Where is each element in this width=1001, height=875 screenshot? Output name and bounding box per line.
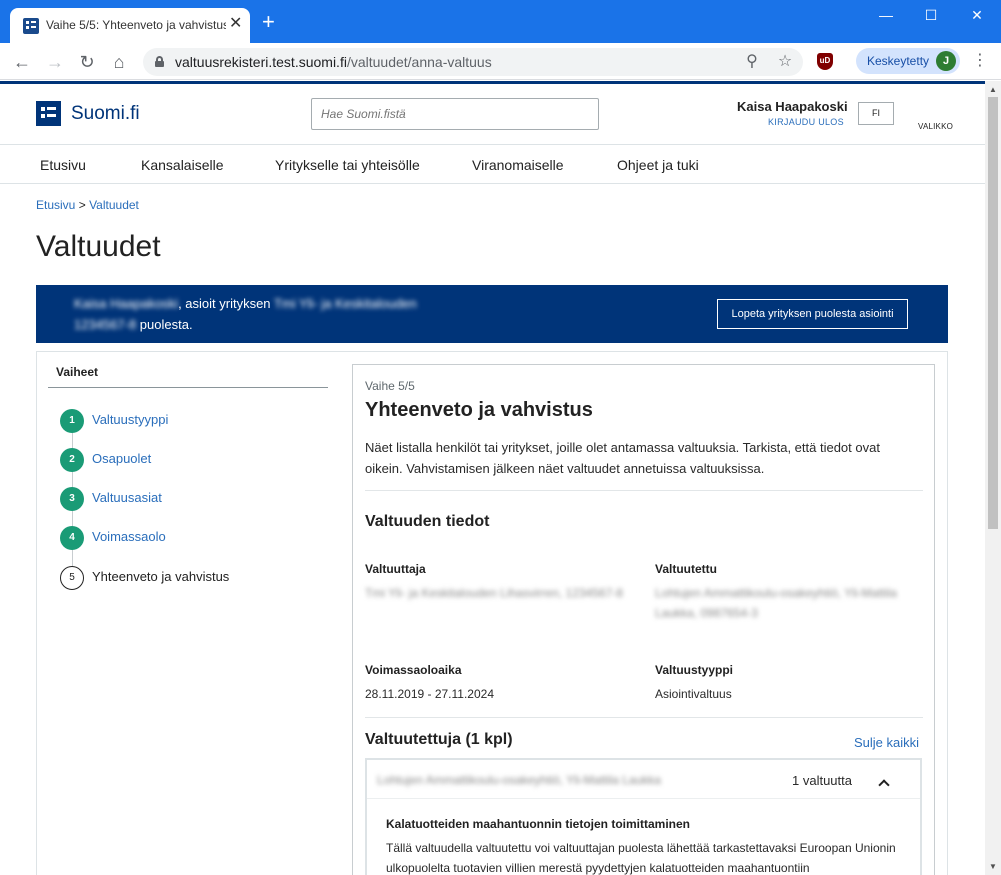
banner-person-redacted: Kaisa Haapakoski <box>74 296 179 311</box>
nav-item-viranomaiselle[interactable]: Viranomaiselle <box>472 157 564 173</box>
summary-intro: Näet listalla henkilöt tai yritykset, jo… <box>365 440 880 476</box>
search-field[interactable] <box>311 98 599 130</box>
step-number: 1 <box>60 409 84 433</box>
address-bar[interactable]: valtuusrekisteri.test.suomi.fi/valtuudet… <box>143 48 803 76</box>
grantee-value-redacted: Lohtujen Ammattikoulu-osakeyhtiö, Yli-Ma… <box>655 586 897 620</box>
validity-value: 28.11.2019 - 27.11.2024 <box>365 687 494 701</box>
breadcrumb-separator: > <box>78 198 86 212</box>
new-tab-icon[interactable]: + <box>262 11 275 33</box>
page-scrollbar[interactable]: ▲ ▼ <box>985 81 1001 875</box>
step-number-current: 5 <box>60 566 84 590</box>
url-text[interactable]: valtuusrekisteri.test.suomi.fi/valtuudet… <box>175 54 492 70</box>
profile-button[interactable]: Keskeytetty J <box>856 48 960 74</box>
breadcrumb-current[interactable]: Valtuudet <box>89 198 139 212</box>
home-icon[interactable]: ⌂ <box>109 52 129 72</box>
suomi-favicon-icon <box>23 18 39 34</box>
divider <box>365 490 923 491</box>
step-number: 3 <box>60 487 84 511</box>
language-button[interactable]: FI <box>858 102 894 125</box>
step-label[interactable]: Valtuustyyppi <box>92 412 168 427</box>
banner-company-redacted: Tmi Yli- ja Keskitalouden <box>273 296 417 311</box>
zoom-icon[interactable]: ⚲ <box>742 52 762 72</box>
banner-text-mid: , asioit yrityksen <box>178 296 271 311</box>
logo-text: Suomi.fi <box>71 103 140 124</box>
breadcrumb: Etusivu > Valtuudet <box>36 198 139 212</box>
scroll-down-icon[interactable]: ▼ <box>989 862 997 871</box>
grantor-value-redacted: Tmi Yli- ja Keskitalouden Lihasvirren, 1… <box>365 586 623 600</box>
accordion-divider <box>367 798 920 799</box>
nav-item-ohjeet[interactable]: Ohjeet ja tuki <box>617 157 699 173</box>
browser-toolbar: ← → ↻ ⌂ valtuusrekisteri.test.suomi.fi/v… <box>0 43 1001 80</box>
breadcrumb-home[interactable]: Etusivu <box>36 198 75 212</box>
page-title: Valtuudet <box>36 230 161 263</box>
browser-titlebar: Vaihe 5/5: Yhteenveto ja vahvistus ✕ + —… <box>0 0 1001 43</box>
section-title-details: Valtuuden tiedot <box>365 513 490 530</box>
bookmark-star-icon[interactable]: ☆ <box>775 52 795 72</box>
browser-menu-icon[interactable]: ⋮ <box>972 52 988 70</box>
scroll-thumb[interactable] <box>988 97 998 529</box>
grantees-title: Valtuutettuja (1 kpl) <box>365 731 513 748</box>
tab-title: Vaihe 5/5: Yhteenveto ja vahvistus <box>46 18 226 32</box>
forward-arrow-icon[interactable]: → <box>45 52 65 72</box>
suomi-logo-icon <box>36 101 61 126</box>
steps-divider <box>48 387 328 388</box>
browser-tab[interactable]: Vaihe 5/5: Yhteenveto ja vahvistus ✕ <box>10 8 250 43</box>
grantee-name-redacted[interactable]: Lohtujen Ammattikoulu-osakeyhtiö, Yli-Ma… <box>377 773 661 787</box>
step-label[interactable]: Valtuusasiat <box>92 490 162 505</box>
ublock-extension-icon[interactable]: uD <box>817 53 833 70</box>
steps-title: Vaiheet <box>56 365 99 379</box>
nav-item-etusivu[interactable]: Etusivu <box>40 157 86 173</box>
grantee-label: Valtuutettu <box>655 562 717 576</box>
lock-icon[interactable] <box>155 56 164 67</box>
acting-on-behalf-banner: Kaisa Haapakoski, asioit yrityksen Tmi Y… <box>36 285 948 343</box>
scroll-up-icon[interactable]: ▲ <box>989 85 997 94</box>
tab-close-icon[interactable]: ✕ <box>229 16 242 32</box>
phase-indicator: Vaihe 5/5 <box>365 379 415 393</box>
menu-button[interactable]: VALIKKO <box>918 122 953 131</box>
authorization-count: 1 valtuutta <box>792 773 852 788</box>
reload-icon[interactable]: ↻ <box>77 52 97 72</box>
banner-text-end: puolesta. <box>139 317 193 332</box>
step-label[interactable]: Osapuolet <box>92 451 151 466</box>
nav-item-kansalaiselle[interactable]: Kansalaiselle <box>141 157 224 173</box>
page-viewport: Suomi.fi Kaisa Haapakoski KIRJAUDU ULOS … <box>0 81 985 875</box>
banner-text: Kaisa Haapakoski, asioit yrityksen Tmi Y… <box>74 293 474 335</box>
stop-acting-button[interactable]: Lopeta yrityksen puolesta asiointi <box>717 299 908 329</box>
banner-company-id-redacted: 1234567-8 <box>74 317 137 332</box>
profile-status: Keskeytetty <box>867 54 930 68</box>
back-arrow-icon[interactable]: ← <box>12 52 32 72</box>
step-number: 4 <box>60 526 84 550</box>
step-label[interactable]: Voimassaolo <box>92 529 166 544</box>
logout-link[interactable]: KIRJAUDU ULOS <box>768 117 844 127</box>
step-label-current: Yhteenveto ja vahvistus <box>92 569 230 584</box>
divider <box>365 717 923 718</box>
minimize-icon[interactable]: — <box>876 6 896 24</box>
type-label: Valtuustyyppi <box>655 663 734 677</box>
top-stripe <box>0 81 985 84</box>
summary-title: Yhteenveto ja vahvistus <box>365 399 593 421</box>
type-value: Asiointivaltuus <box>655 687 732 701</box>
search-input[interactable] <box>313 100 597 128</box>
step-number: 2 <box>60 448 84 472</box>
grantor-label: Valtuuttaja <box>365 562 426 576</box>
profile-avatar: J <box>936 51 956 71</box>
validity-label: Voimassaoloaika <box>365 663 462 677</box>
maximize-icon[interactable]: ☐ <box>921 6 941 24</box>
window-close-icon[interactable]: ✕ <box>967 6 987 24</box>
authorization-description: Tällä valtuudella valtuutettu voi valtuu… <box>386 841 896 875</box>
nav-item-yritykselle[interactable]: Yritykselle tai yhteisölle <box>275 157 420 173</box>
main-navigation: Etusivu Kansalaiselle Yritykselle tai yh… <box>0 144 985 184</box>
user-name: Kaisa Haapakoski <box>737 99 848 114</box>
close-all-link[interactable]: Sulje kaikki <box>854 735 919 750</box>
authorization-title: Kalatuotteiden maahantuonnin tietojen to… <box>386 817 691 831</box>
